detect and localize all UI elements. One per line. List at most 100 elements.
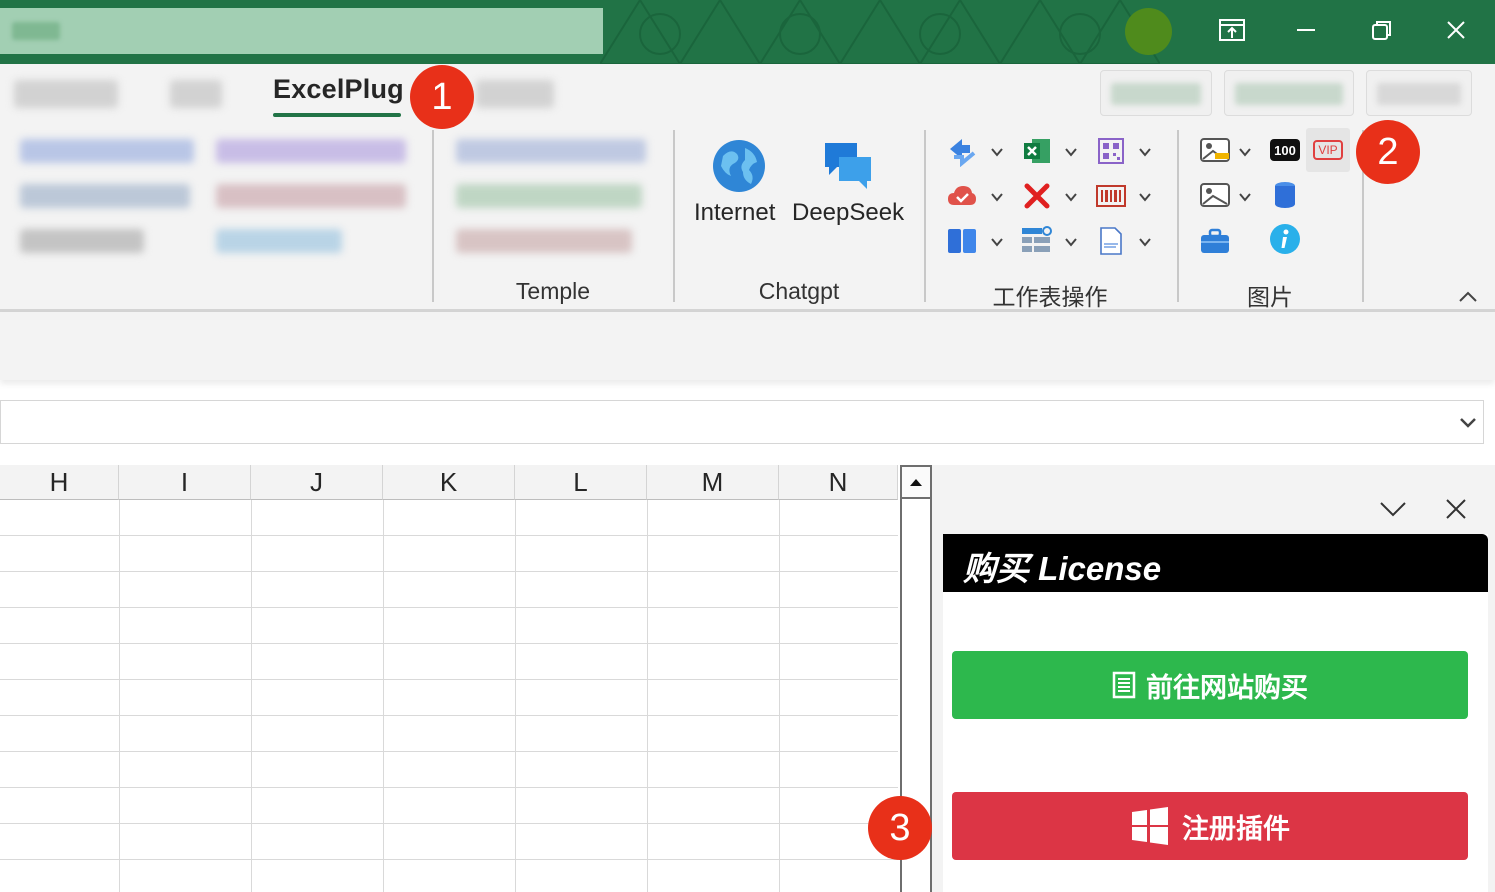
chevron-down-icon[interactable] <box>1138 235 1152 249</box>
vip-icon: VIP <box>1313 140 1343 160</box>
restore-icon[interactable] <box>1360 10 1404 50</box>
group-separator <box>1177 130 1179 302</box>
files-icon[interactable] <box>1094 224 1128 258</box>
pane-options-chevron-icon[interactable] <box>1376 492 1410 526</box>
group-separator <box>924 130 926 302</box>
table-layout-icon[interactable] <box>1018 222 1056 260</box>
grid-line <box>0 787 898 788</box>
top-button-1[interactable] <box>1100 70 1212 116</box>
sync-arrows-icon[interactable] <box>945 134 979 168</box>
grid-line <box>383 500 384 892</box>
top-button-2[interactable] <box>1224 70 1354 116</box>
tab-excelplug[interactable]: ExcelPlug <box>273 74 404 105</box>
cloud-check-icon[interactable] <box>945 179 979 213</box>
group-separator <box>432 130 434 302</box>
chevron-down-icon[interactable] <box>1138 145 1152 159</box>
register-plugin-button[interactable]: 注册插件 <box>952 792 1468 860</box>
title-bar <box>0 0 1495 64</box>
column-header-k[interactable]: K <box>383 465 515 500</box>
buy-on-website-button[interactable]: 前往网站购买 <box>952 651 1468 719</box>
chat-bubbles-icon[interactable] <box>820 138 876 194</box>
user-avatar[interactable] <box>1125 8 1172 55</box>
pane-close-icon[interactable] <box>1439 492 1473 526</box>
tab-blurred-2[interactable] <box>170 80 222 108</box>
close-icon[interactable] <box>1434 10 1478 50</box>
chevron-down-icon[interactable] <box>1238 190 1252 204</box>
toolbox-icon[interactable] <box>1197 224 1233 258</box>
delete-x-icon[interactable] <box>1020 179 1054 213</box>
grid-line <box>0 751 898 752</box>
grid-line <box>0 607 898 608</box>
grid-line <box>647 500 648 892</box>
ribbon-blurred-item[interactable] <box>20 184 190 208</box>
scroll-up-arrow-icon[interactable] <box>900 465 932 499</box>
minimize-icon[interactable] <box>1284 10 1328 50</box>
annotation-badge-2: 2 <box>1356 120 1420 184</box>
ribbon-blurred-item[interactable] <box>216 184 406 208</box>
ribbon-blurred-item[interactable] <box>216 229 342 253</box>
deepseek-button-label[interactable]: DeepSeek <box>792 199 904 227</box>
quick-access-strip <box>0 312 1495 380</box>
expand-formula-bar-icon[interactable] <box>1458 412 1478 432</box>
barcode-icon[interactable] <box>1094 179 1128 213</box>
buy-on-website-label: 前往网站购买 <box>1146 672 1308 703</box>
search-box[interactable] <box>0 8 603 54</box>
group-label-temple: Temple <box>515 278 591 304</box>
tab-blurred-3[interactable] <box>476 80 554 108</box>
chevron-down-icon[interactable] <box>990 235 1004 249</box>
ribbon-display-icon[interactable] <box>1210 10 1254 50</box>
internet-button-label[interactable]: Internet <box>694 199 775 227</box>
column-header-h[interactable]: H <box>0 465 119 500</box>
ribbon-blurred-item[interactable] <box>20 229 144 253</box>
chevron-down-icon[interactable] <box>990 145 1004 159</box>
globe-icon[interactable] <box>708 136 770 196</box>
active-tab-underline <box>273 113 401 117</box>
image-ruler-icon[interactable] <box>1197 134 1233 168</box>
group-label-picture: 图片 <box>1247 284 1293 310</box>
grid-line <box>0 535 898 536</box>
annotation-badge-3: 3 <box>868 796 932 860</box>
group-label-sheet-ops: 工作表操作 <box>992 284 1108 310</box>
top-button-3[interactable] <box>1366 70 1472 116</box>
collapse-ribbon-icon[interactable] <box>1458 290 1478 304</box>
formula-bar[interactable] <box>0 400 1484 444</box>
grid-line <box>779 500 780 892</box>
image-icon[interactable] <box>1197 179 1233 213</box>
column-header-i[interactable]: I <box>119 465 251 500</box>
book-columns-icon[interactable] <box>945 224 979 258</box>
chevron-down-icon[interactable] <box>1138 190 1152 204</box>
document-list-icon <box>1112 671 1136 699</box>
excel-file-icon[interactable] <box>1020 134 1054 168</box>
group-label-chatgpt: Chatgpt <box>758 278 840 304</box>
grid-line <box>251 500 252 892</box>
vba-database-icon[interactable] <box>1272 180 1298 210</box>
qr-code-icon[interactable] <box>1094 134 1128 168</box>
column-header-m[interactable]: M <box>647 465 779 500</box>
chevron-down-icon[interactable] <box>1064 235 1078 249</box>
chevron-down-icon[interactable] <box>1064 190 1078 204</box>
windows-logo-icon <box>1132 807 1168 845</box>
info-icon[interactable] <box>1268 222 1302 256</box>
temple-blurred-item[interactable] <box>456 184 642 208</box>
grid-line <box>0 823 898 824</box>
chevron-down-icon[interactable] <box>1064 145 1078 159</box>
column-header-n[interactable]: N <box>779 465 898 500</box>
grid-line <box>0 715 898 716</box>
column-header-j[interactable]: J <box>251 465 383 500</box>
grid-line <box>0 859 898 860</box>
excel-window: ExcelPlug Temple Internet DeepSeek Chatg… <box>0 0 1495 892</box>
vip-button[interactable]: VIP <box>1306 128 1350 172</box>
license-panel-title: 购买 License <box>963 550 1162 587</box>
ribbon-blurred-item[interactable] <box>20 139 194 163</box>
tab-blurred-1[interactable] <box>14 80 118 108</box>
chevron-down-icon[interactable] <box>990 190 1004 204</box>
grid-line <box>0 679 898 680</box>
temple-blurred-item[interactable] <box>456 139 646 163</box>
grid-line <box>0 643 898 644</box>
chevron-down-icon[interactable] <box>1238 145 1252 159</box>
temple-blurred-item[interactable] <box>456 229 632 253</box>
register-plugin-label: 注册插件 <box>1182 813 1290 844</box>
ribbon-blurred-item[interactable] <box>216 139 406 163</box>
score-100-icon[interactable]: 100 <box>1270 139 1300 161</box>
column-header-l[interactable]: L <box>515 465 647 500</box>
